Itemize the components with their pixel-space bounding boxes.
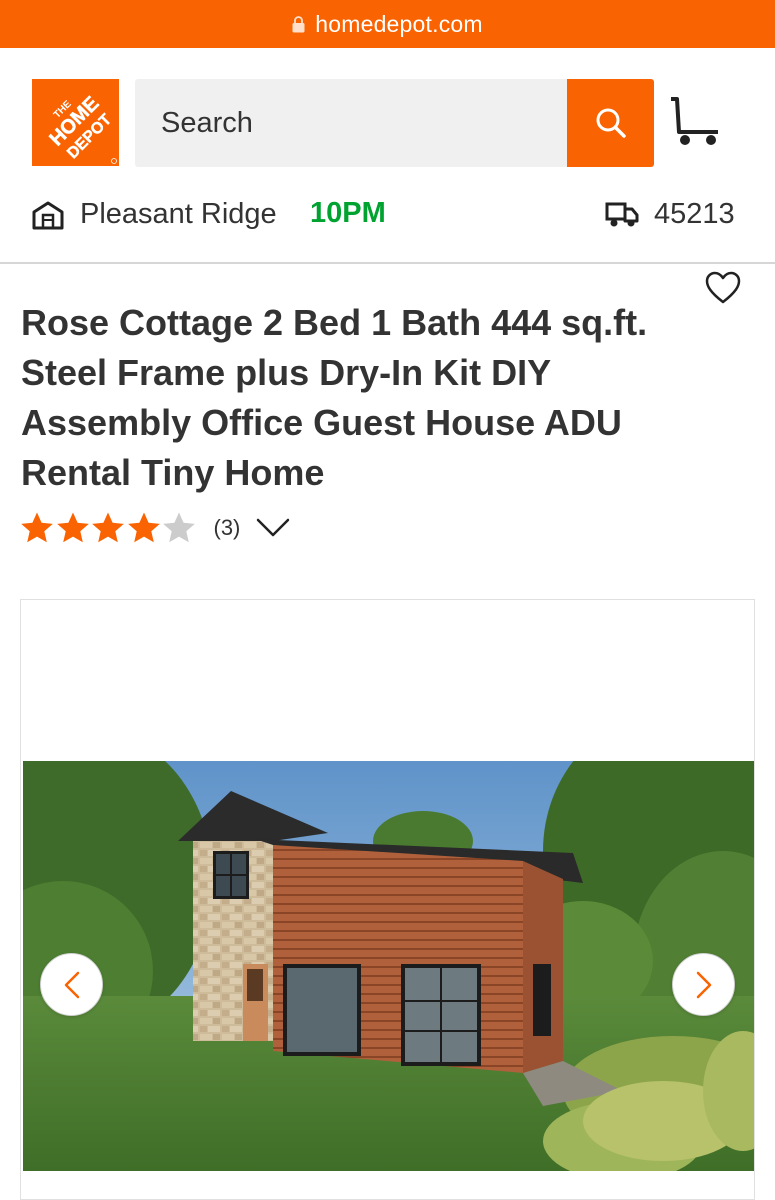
- browser-url-bar[interactable]: homedepot.com: [0, 0, 775, 48]
- store-name[interactable]: Pleasant Ridge: [80, 198, 277, 231]
- header-divider: [0, 262, 775, 264]
- site-header: THE HOME DEPOT Pleasant Ridge 10PM: [0, 48, 775, 263]
- star-icon-empty: [163, 512, 195, 543]
- search-button[interactable]: [567, 79, 654, 167]
- star-icon: [56, 512, 89, 543]
- carousel-prev-button[interactable]: [40, 953, 103, 1016]
- product-image[interactable]: [23, 761, 754, 1171]
- product-image-carousel[interactable]: [20, 599, 755, 1200]
- lock-icon: [292, 15, 305, 32]
- chevron-left-icon: [64, 971, 79, 998]
- search-input[interactable]: [135, 79, 567, 167]
- chevron-down-icon[interactable]: [256, 517, 290, 539]
- home-depot-logo[interactable]: THE HOME DEPOT: [32, 79, 119, 166]
- star-icon: [21, 512, 53, 543]
- product-title: Rose Cottage 2 Bed 1 Bath 444 sq.ft. Ste…: [21, 302, 648, 493]
- rating-count[interactable]: (3): [214, 515, 241, 541]
- search-icon: [596, 108, 626, 138]
- url-text: homedepot.com: [315, 10, 483, 37]
- store-info-row: Pleasant Ridge 10PM 45213: [0, 196, 775, 236]
- delivery-zip[interactable]: 45213: [654, 198, 735, 231]
- product-rating[interactable]: (3): [20, 508, 290, 548]
- chevron-right-icon: [696, 971, 711, 998]
- search-field[interactable]: [135, 79, 567, 167]
- store-icon[interactable]: [32, 200, 64, 230]
- star-icon: [92, 512, 124, 543]
- carousel-next-button[interactable]: [672, 953, 735, 1016]
- heart-icon[interactable]: [705, 271, 741, 305]
- cart-icon[interactable]: [668, 96, 722, 148]
- star-icon: [127, 512, 160, 543]
- store-hours: 10PM: [310, 197, 386, 229]
- truck-icon[interactable]: [605, 202, 639, 228]
